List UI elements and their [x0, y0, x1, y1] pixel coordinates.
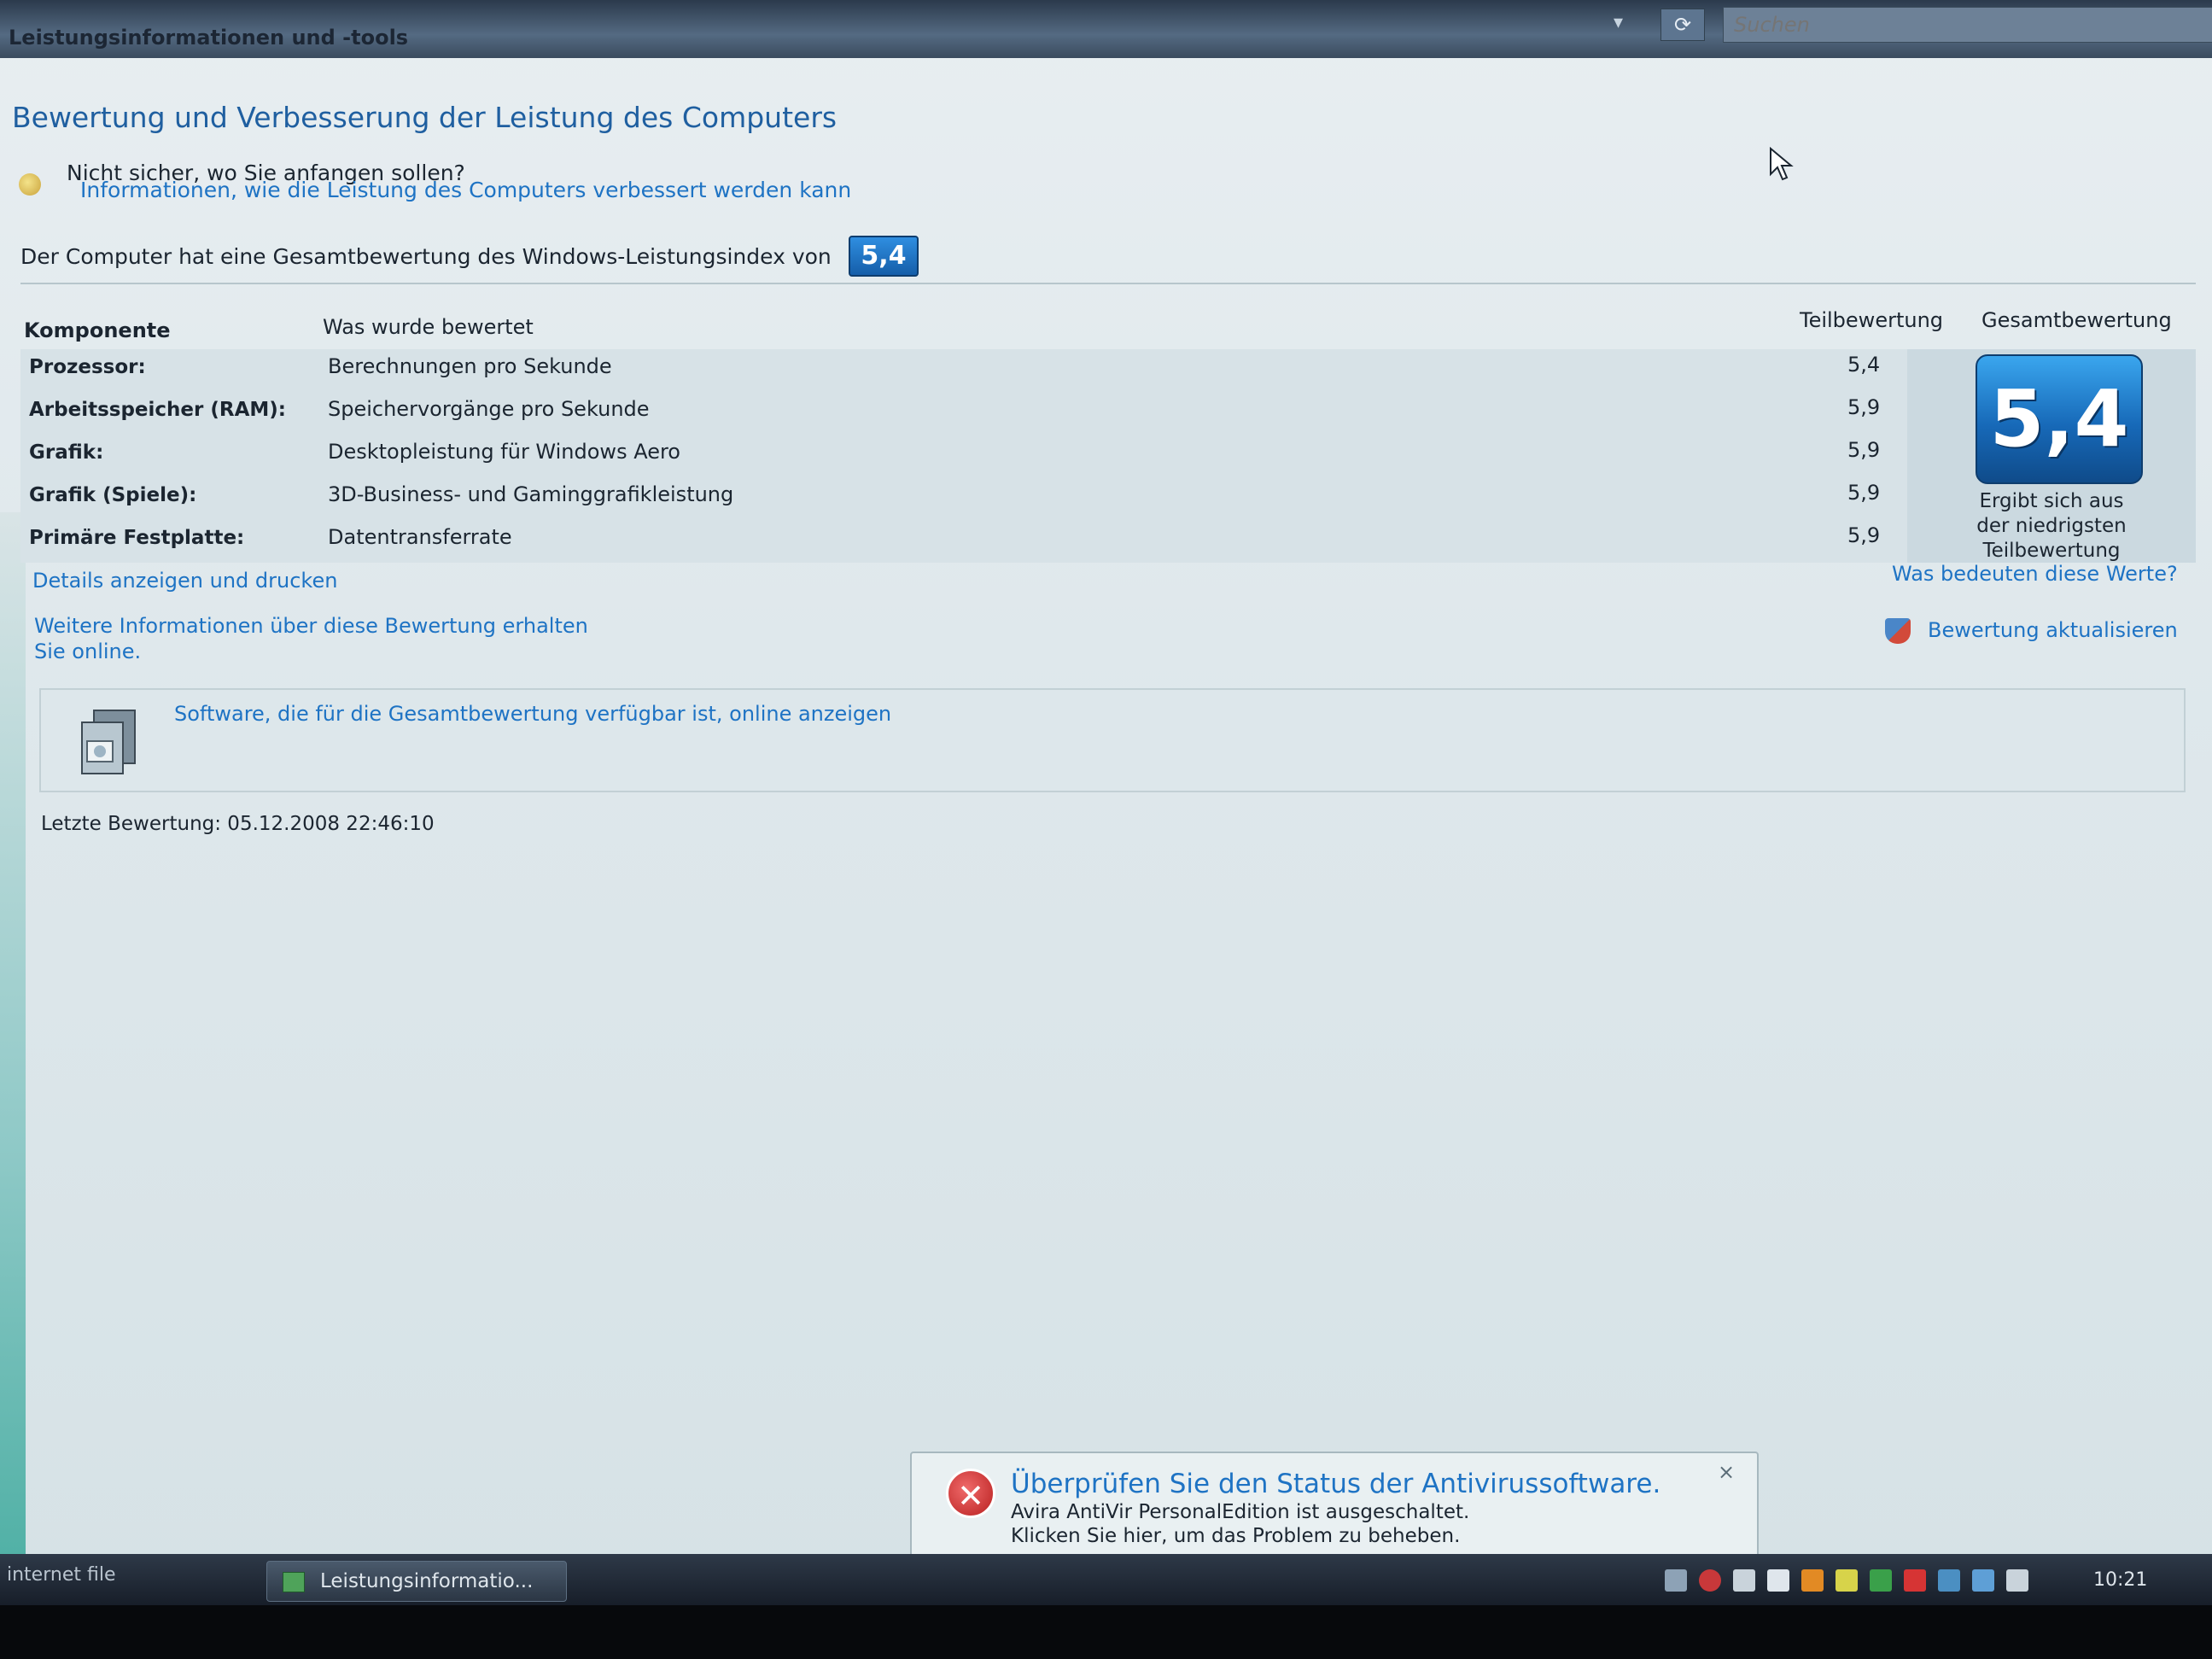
improve-performance-link[interactable]: Informationen, wie die Leistung des Comp… [80, 178, 851, 202]
security-warning-icon: ✕ [946, 1469, 995, 1518]
total-score-tile: 5,4 [1976, 354, 2143, 484]
clock[interactable]: 10:21 [2093, 1569, 2147, 1591]
software-boxes-icon [81, 710, 136, 774]
details-print-link[interactable]: Details anzeigen und drucken [32, 569, 337, 593]
control-panel-icon [283, 1572, 305, 1592]
table-row: Grafik: Desktopleistung für Windows Aero… [20, 435, 1907, 477]
search-box [1723, 7, 2212, 43]
software-box: Software, die für die Gesamtbewertung ve… [39, 688, 2186, 792]
column-header-component: Komponente [24, 318, 171, 342]
table-row: Primäre Festplatte: Datentransferrate 5,… [20, 520, 1907, 563]
component-description: Berechnungen pro Sekunde [328, 354, 612, 378]
component-name: Grafik (Spiele): [29, 484, 197, 506]
table-row: Arbeitsspeicher (RAM): Speichervorgänge … [20, 392, 1907, 435]
total-score-panel: 5,4 Ergibt sich aus der niedrigsten Teil… [1907, 349, 2196, 563]
more-info-link[interactable]: Weitere Informationen über diese Bewertu… [34, 613, 588, 664]
zone-alarm-icon[interactable] [1733, 1569, 1755, 1592]
notification-action-text: Klicken Sie hier, um das Problem zu behe… [1011, 1525, 1461, 1547]
column-header-subscore: Teilbewertung [1800, 308, 1944, 332]
overall-score-badge: 5,4 [849, 236, 919, 277]
divider [20, 283, 2196, 284]
mouse-cursor-icon [1770, 147, 1794, 181]
chevron-left-icon[interactable] [1665, 1569, 1687, 1592]
system-tray [1665, 1566, 2143, 1597]
component-description: 3D-Business- und Gaminggrafikleistung [328, 482, 734, 506]
antivir-icon[interactable] [1904, 1569, 1926, 1592]
uac-shield-icon [1885, 618, 1911, 644]
caption-line: der niedrigsten [1976, 515, 2127, 537]
language-bar-icon[interactable] [1767, 1569, 1789, 1592]
last-evaluation: Letzte Bewertung: 05.12.2008 22:46:10 [41, 813, 435, 835]
component-name: Prozessor: [29, 356, 146, 378]
lightbulb-icon [19, 173, 41, 196]
device-icon[interactable] [1938, 1569, 1960, 1592]
more-info-line: Weitere Informationen über diese Bewertu… [34, 614, 588, 638]
page-title: Bewertung und Verbesserung der Leistung … [12, 101, 838, 134]
component-score: 5,9 [1847, 523, 1881, 547]
more-info-line: Sie online. [34, 640, 142, 663]
network-icon[interactable] [1972, 1569, 1994, 1592]
caption-line: Ergibt sich aus [1979, 490, 2124, 512]
quicklaunch-label[interactable]: internet file [7, 1564, 115, 1586]
column-header-total: Gesamtbewertung [1981, 308, 2172, 332]
component-description: Datentransferrate [328, 525, 512, 549]
address-dropdown-icon[interactable]: ▾ [1614, 12, 1648, 38]
component-description: Speichervorgänge pro Sekunde [328, 397, 650, 421]
screen: Leistungsinformationen und -tools ▾ ⟳ Be… [0, 0, 2212, 1605]
component-name: Grafik: [29, 441, 104, 464]
total-score-caption: Ergibt sich aus der niedrigsten Teilbewe… [1907, 489, 2196, 564]
total-score-value: 5,4 [1989, 373, 2129, 464]
update-score-link[interactable]: Bewertung aktualisieren [1928, 618, 2178, 642]
overall-score-text: Der Computer hat eine Gesamtbewertung de… [20, 244, 832, 269]
taskbar: internet file Leistungsinformatio... 10:… [0, 1554, 2212, 1605]
notification-title: Überprüfen Sie den Status der Antiviruss… [1011, 1469, 1661, 1499]
software-online-link[interactable]: Software, die für die Gesamtbewertung ve… [174, 702, 891, 726]
component-name: Arbeitsspeicher (RAM): [29, 399, 286, 421]
refresh-button[interactable]: ⟳ [1660, 9, 1705, 41]
volume-icon[interactable] [2006, 1569, 2028, 1592]
component-score: 5,9 [1847, 395, 1881, 419]
component-score: 5,9 [1847, 481, 1881, 505]
column-header-what: Was wurde bewertet [323, 315, 534, 339]
network-shield-icon[interactable] [1836, 1569, 1858, 1592]
window-titlebar: Leistungsinformationen und -tools ▾ ⟳ [0, 0, 2212, 58]
notification-text: Avira AntiVir PersonalEdition ist ausges… [1011, 1501, 1470, 1523]
taskbar-button-performance[interactable]: Leistungsinformatio... [266, 1561, 567, 1602]
component-description: Desktopleistung für Windows Aero [328, 440, 680, 464]
update-icon[interactable] [1870, 1569, 1892, 1592]
security-center-icon[interactable] [1699, 1569, 1721, 1592]
desktop-edge [0, 512, 26, 1571]
antivirus-notification[interactable]: ✕ Überprüfen Sie den Status der Antiviru… [910, 1452, 1759, 1559]
component-name: Primäre Festplatte: [29, 527, 245, 549]
table-row: Grafik (Spiele): 3D-Business- und Gaming… [20, 477, 1907, 520]
caption-line: Teilbewertung [1982, 540, 2121, 562]
values-meaning-link[interactable]: Was bedeuten diese Werte? [1892, 562, 2178, 586]
taskbar-button-label: Leistungsinformatio... [320, 1570, 534, 1592]
firewall-icon[interactable] [1801, 1569, 1824, 1592]
component-score: 5,9 [1847, 438, 1881, 462]
component-score: 5,4 [1847, 353, 1881, 377]
table-row: Prozessor: Berechnungen pro Sekunde 5,4 [20, 349, 1907, 392]
window-title: Leistungsinformationen und -tools [9, 26, 409, 50]
search-input[interactable] [1724, 8, 2212, 42]
close-icon[interactable]: × [1718, 1460, 1735, 1484]
